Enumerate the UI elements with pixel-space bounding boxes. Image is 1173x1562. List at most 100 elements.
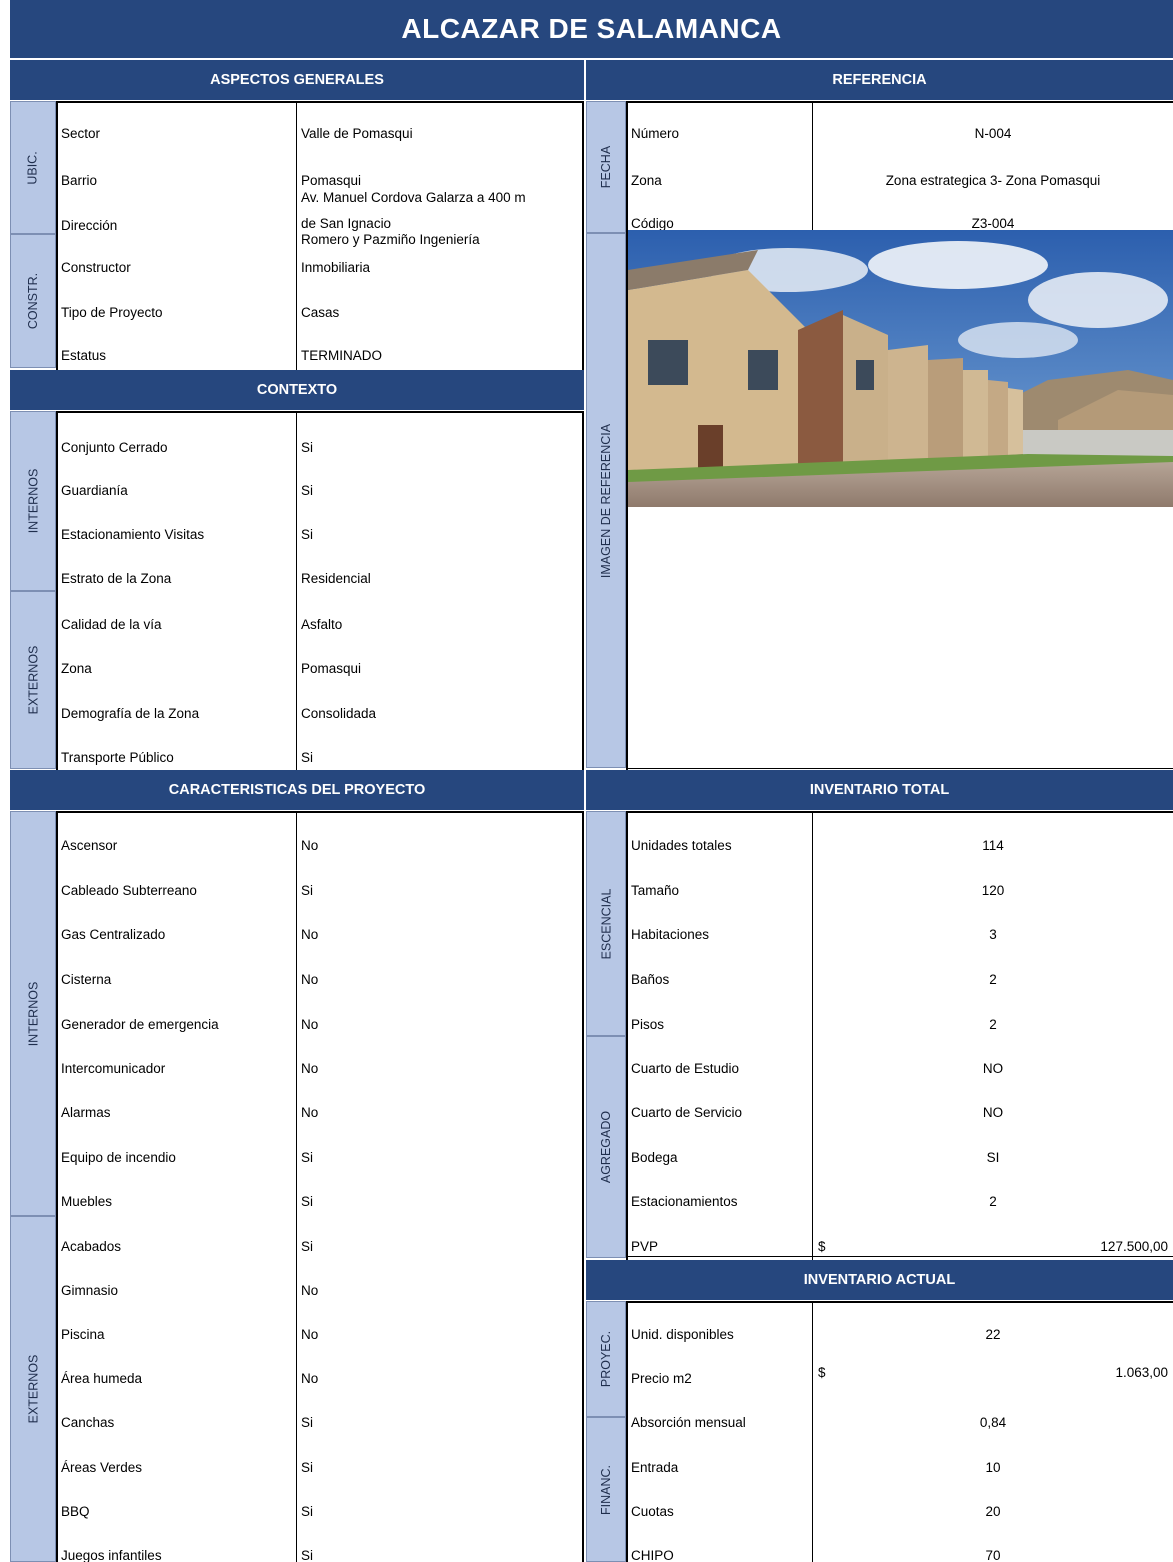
- header-inventario-total: INVENTARIO TOTAL: [586, 770, 1173, 810]
- value-cuarto-estudio: NO: [813, 1061, 1173, 1076]
- value-unidades-totales: 114: [813, 838, 1173, 853]
- label-canchas: Canchas: [61, 1415, 114, 1430]
- grid-line: [582, 811, 584, 1562]
- header-caracteristicas: CARACTERISTICAS DEL PROYECTO: [10, 770, 584, 810]
- grid-line: [582, 411, 584, 770]
- value-estrato-zona: Residencial: [301, 571, 371, 586]
- label-precio-m2: Precio m2: [631, 1371, 692, 1386]
- side-label-proyec: PROYEC.: [586, 1301, 626, 1417]
- grid-line: [296, 811, 297, 1562]
- label-codigo: Código: [631, 216, 674, 231]
- value-tipo-proyecto: Casas: [301, 305, 339, 320]
- side-label-imagen: IMAGEN DE REFERENCIA: [586, 233, 626, 768]
- grid-line: [58, 411, 582, 413]
- label-tipo-proyecto: Tipo de Proyecto: [61, 305, 163, 320]
- value-barrio: Pomasqui: [301, 173, 361, 188]
- label-muebles: Muebles: [61, 1194, 112, 1209]
- value-cisterna: No: [301, 972, 318, 987]
- grid-line: [628, 768, 1173, 769]
- label-cuarto-estudio: Cuarto de Estudio: [631, 1061, 739, 1076]
- label-juegos-infantiles: Juegos infantiles: [61, 1548, 162, 1562]
- label-ascensor: Ascensor: [61, 838, 117, 853]
- label-cuarto-servicio: Cuarto de Servicio: [631, 1105, 742, 1120]
- label-generador: Generador de emergencia: [61, 1017, 219, 1032]
- label-zona-contexto: Zona: [61, 661, 92, 676]
- value-zona-ref: Zona estrategica 3- Zona Pomasqui: [813, 173, 1173, 188]
- label-alarmas: Alarmas: [61, 1105, 111, 1120]
- grid-line: [58, 811, 582, 813]
- value-constructor-line2: Inmobiliaria: [301, 260, 370, 275]
- grid-line: [628, 101, 1173, 103]
- label-bodega: Bodega: [631, 1150, 678, 1165]
- value-precio-m2: 1.063,00: [900, 1365, 1168, 1380]
- value-conjunto-cerrado: Si: [301, 440, 313, 455]
- value-direccion-line2: de San Ignacio: [301, 216, 391, 231]
- side-label-ubic: UBIC.: [10, 101, 56, 234]
- grid-line: [296, 101, 297, 370]
- value-bodega: SI: [813, 1150, 1173, 1165]
- value-transporte: Si: [301, 750, 313, 765]
- side-label-constr: CONSTR.: [10, 234, 56, 368]
- header-contexto: CONTEXTO: [10, 370, 584, 410]
- label-bbq: BBQ: [61, 1504, 90, 1519]
- value-intercomunicador: No: [301, 1061, 318, 1076]
- value-constructor-line1: Romero y Pazmiño Ingeniería: [301, 232, 480, 247]
- header-aspectos-generales: ASPECTOS GENERALES: [10, 60, 584, 100]
- header-referencia: REFERENCIA: [586, 60, 1173, 100]
- grid-line: [812, 811, 813, 1260]
- value-codigo: Z3-004: [813, 216, 1173, 231]
- project-sheet: ALCAZAR DE SALAMANCA ASPECTOS GENERALES …: [0, 0, 1173, 1562]
- value-entrada: 10: [813, 1460, 1173, 1475]
- value-gas: No: [301, 927, 318, 942]
- value-muebles: Si: [301, 1194, 313, 1209]
- label-cisterna: Cisterna: [61, 972, 111, 987]
- label-pvp: PVP: [631, 1239, 658, 1254]
- label-calidad-via: Calidad de la vía: [61, 617, 162, 632]
- label-pisos: Pisos: [631, 1017, 664, 1032]
- label-areas-verdes: Áreas Verdes: [61, 1460, 142, 1475]
- pvp-currency: $: [818, 1239, 826, 1254]
- value-guardiania: Si: [301, 483, 313, 498]
- value-areas-verdes: Si: [301, 1460, 313, 1475]
- label-acabados: Acabados: [61, 1239, 121, 1254]
- value-estacionamiento-visitas: Si: [301, 527, 313, 542]
- value-habitaciones: 3: [813, 927, 1173, 942]
- value-estatus: TERMINADO: [301, 348, 382, 363]
- value-unid-disponibles: 22: [813, 1327, 1173, 1342]
- precio-m2-currency: $: [818, 1365, 826, 1380]
- grid-line: [626, 811, 628, 1260]
- label-zona-ref: Zona: [631, 173, 662, 188]
- label-estacionamientos: Estacionamientos: [631, 1194, 738, 1209]
- label-entrada: Entrada: [631, 1460, 678, 1475]
- grid-line: [56, 411, 58, 770]
- label-habitaciones: Habitaciones: [631, 927, 709, 942]
- value-cableado: Si: [301, 883, 313, 898]
- value-cuarto-servicio: NO: [813, 1105, 1173, 1120]
- sheet-title: ALCAZAR DE SALAMANCA: [10, 0, 1173, 58]
- label-estatus: Estatus: [61, 348, 106, 363]
- value-pisos: 2: [813, 1017, 1173, 1032]
- value-estacionamientos: 2: [813, 1194, 1173, 1209]
- label-direccion: Dirección: [61, 218, 117, 233]
- header-inventario-actual: INVENTARIO ACTUAL: [586, 1260, 1173, 1300]
- label-tamano: Tamaño: [631, 883, 679, 898]
- label-intercomunicador: Intercomunicador: [61, 1061, 165, 1076]
- value-juegos-infantiles: Si: [301, 1548, 313, 1562]
- side-label-contexto-internos: INTERNOS: [10, 411, 56, 591]
- label-chipo: CHIPO: [631, 1548, 674, 1562]
- grid-line: [56, 101, 58, 370]
- grid-line: [626, 1301, 628, 1562]
- label-gimnasio: Gimnasio: [61, 1283, 118, 1298]
- side-label-caract-internos: INTERNOS: [10, 811, 56, 1216]
- label-estacionamiento-visitas: Estacionamiento Visitas: [61, 527, 204, 542]
- label-transporte: Transporte Público: [61, 750, 174, 765]
- value-numero: N-004: [813, 126, 1173, 141]
- value-banos: 2: [813, 972, 1173, 987]
- reference-photo-image: [628, 230, 1173, 507]
- label-numero: Número: [631, 126, 679, 141]
- value-acabados: Si: [301, 1239, 313, 1254]
- value-equipo-incendio: Si: [301, 1150, 313, 1165]
- value-canchas: Si: [301, 1415, 313, 1430]
- value-cuotas: 20: [813, 1504, 1173, 1519]
- grid-line: [628, 1301, 1173, 1303]
